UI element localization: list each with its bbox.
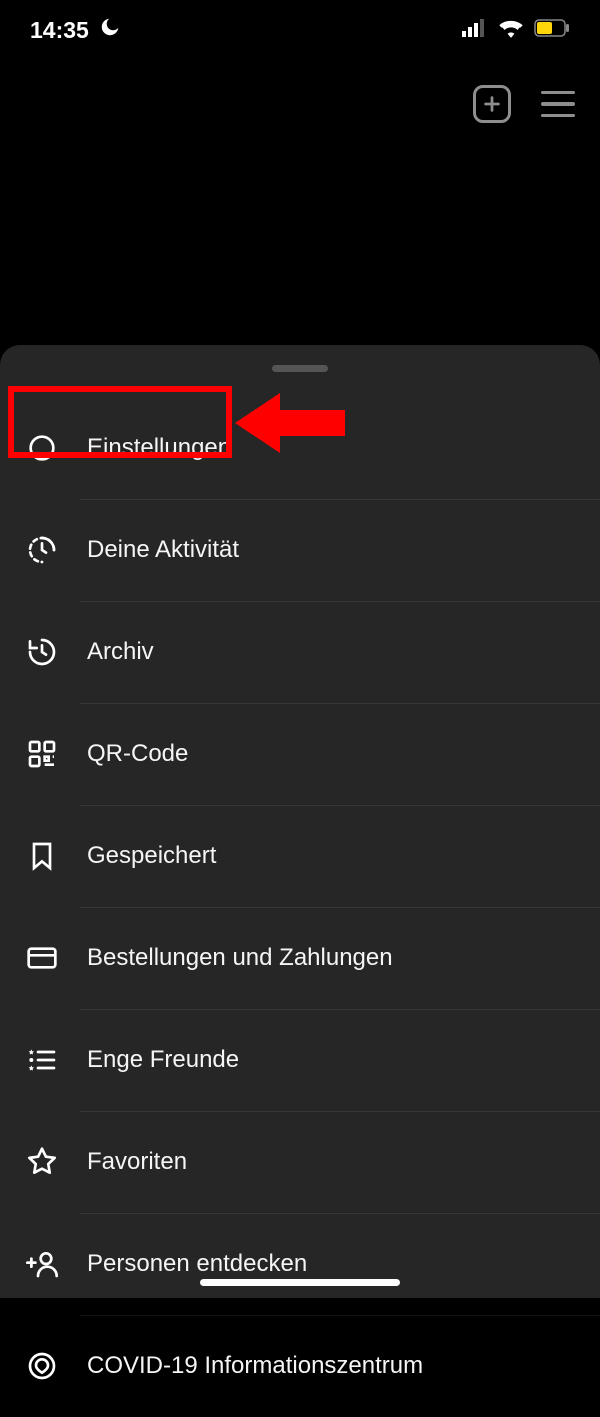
top-actions [473, 85, 575, 123]
menu-item-activity[interactable]: Deine Aktivität [0, 499, 600, 601]
gear-icon [25, 431, 59, 465]
menu-label: Einstellungen [87, 434, 231, 462]
menu-sheet: Einstellungen Deine Aktivität Archiv QR-… [0, 345, 600, 1298]
menu-item-saved[interactable]: Gespeichert [0, 805, 600, 907]
home-indicator[interactable] [200, 1279, 400, 1286]
menu-label: QR-Code [87, 740, 188, 768]
menu-item-covid[interactable]: COVID-19 Informationszentrum [0, 1315, 600, 1417]
status-bar: 14:35 [0, 0, 600, 60]
menu-item-orders[interactable]: Bestellungen und Zahlungen [0, 907, 600, 1009]
activity-icon [25, 533, 59, 567]
menu-label: Personen entdecken [87, 1250, 307, 1278]
archive-icon [25, 635, 59, 669]
status-right [462, 18, 570, 43]
status-time: 14:35 [30, 17, 89, 44]
menu-label: COVID-19 Informationszentrum [87, 1352, 423, 1380]
card-icon [25, 941, 59, 975]
menu-item-archive[interactable]: Archiv [0, 601, 600, 703]
menu-item-favorites[interactable]: Favoriten [0, 1111, 600, 1213]
hamburger-menu-button[interactable] [541, 91, 575, 118]
sheet-grabber[interactable] [272, 365, 328, 372]
menu-label: Enge Freunde [87, 1046, 239, 1074]
close-friends-icon [25, 1043, 59, 1077]
menu-label: Favoriten [87, 1148, 187, 1176]
menu-item-close-friends[interactable]: Enge Freunde [0, 1009, 600, 1111]
covid-icon [25, 1349, 59, 1383]
qr-icon [25, 737, 59, 771]
menu-label: Gespeichert [87, 842, 216, 870]
menu-item-discover[interactable]: Personen entdecken [0, 1213, 600, 1315]
menu-label: Archiv [87, 638, 154, 666]
menu-item-settings[interactable]: Einstellungen [0, 397, 600, 499]
menu-label: Deine Aktivität [87, 536, 239, 564]
wifi-icon [498, 18, 524, 43]
battery-icon [534, 19, 570, 42]
cellular-icon [462, 19, 488, 42]
menu-item-qr[interactable]: QR-Code [0, 703, 600, 805]
add-person-icon [25, 1247, 59, 1281]
add-button[interactable] [473, 85, 511, 123]
bookmark-icon [25, 839, 59, 873]
star-icon [25, 1145, 59, 1179]
status-left: 14:35 [30, 16, 121, 44]
moon-icon [99, 16, 121, 44]
menu-label: Bestellungen und Zahlungen [87, 944, 393, 972]
